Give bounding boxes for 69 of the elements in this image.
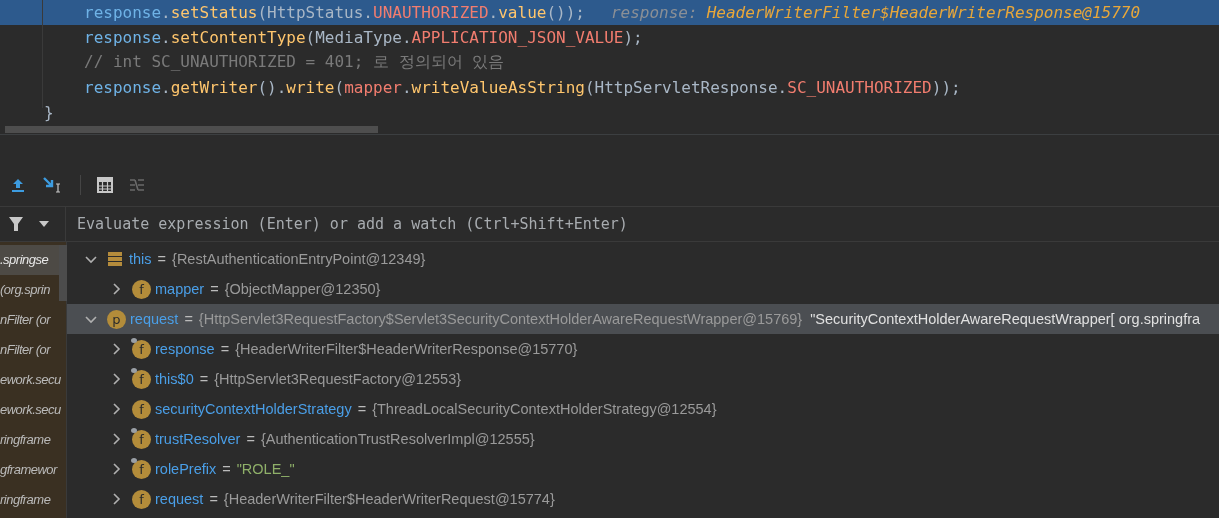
chevron-down-icon[interactable] — [85, 253, 97, 265]
stack-frame-item[interactable]: .springse — [0, 245, 59, 275]
dropdown-caret-icon[interactable] — [38, 220, 50, 228]
stack-frame-item[interactable]: nFilter (or — [0, 305, 59, 335]
parameter-icon: p — [107, 309, 126, 329]
equals-sign: = — [199, 371, 209, 387]
chevron-right-icon[interactable] — [110, 343, 122, 355]
variable-value: {HttpServlet3RequestFactory@12553} — [214, 371, 462, 387]
field-icon: f — [132, 339, 151, 359]
chevron-down-icon[interactable] — [85, 313, 97, 325]
equals-sign: = — [184, 311, 193, 327]
field-icon: f — [132, 399, 151, 419]
field-icon: f — [132, 489, 151, 509]
code-line: response.setContentType(MediaType.APPLICATION_JSON_VALUE); — [84, 28, 643, 47]
chevron-right-icon[interactable] — [110, 373, 122, 385]
code-line: } — [44, 103, 54, 122]
chevron-right-icon[interactable] — [110, 403, 122, 415]
variable-value: {ObjectMapper@12350} — [224, 281, 381, 297]
chevron-right-icon[interactable] — [110, 283, 122, 295]
variable-name: this$0 — [155, 371, 194, 387]
stack-frame-item[interactable]: ework.secu — [0, 365, 59, 395]
field-icon: f — [132, 459, 151, 479]
variable-name: trustResolver — [155, 431, 241, 447]
filter-icon[interactable] — [8, 216, 24, 232]
upload-arrow-icon[interactable] — [10, 177, 26, 193]
variable-name: response — [155, 341, 215, 357]
equals-sign: = — [157, 251, 167, 267]
variable-name: this — [129, 251, 152, 267]
stack-icon — [107, 251, 123, 267]
stack-frame-item[interactable]: (org.sprin — [0, 275, 59, 305]
code-line: response.getWriter().write(mapper.writeValueAsString(HttpServletResponse.SC_UNAUTHORIZED)); — [84, 78, 961, 97]
field-icon: f — [132, 279, 151, 299]
variable-value: {HeaderWriterFilter$HeaderWriterRequest@15774} — [223, 491, 555, 507]
equals-sign: = — [209, 491, 218, 507]
watch-expression-field[interactable]: Evaluate expression (Enter) or add a watch (Ctrl+Shift+Enter) — [66, 207, 1219, 241]
code-line: // int SC_UNAUTHORIZED = 401; 로 정의되어 있음 — [84, 52, 505, 73]
variable-value: {AuthenticationTrustResolverImpl@12555} — [260, 431, 535, 447]
variable-value: {ThreadLocalSecurityContextHolderStrategy@12554} — [372, 401, 717, 417]
variable-name: securityContextHolderStrategy — [155, 401, 352, 417]
variable-name: rolePrefix — [155, 461, 217, 477]
chevron-right-icon[interactable] — [110, 493, 122, 505]
inline-hint-label: response: — [610, 3, 698, 22]
variable-name: request — [155, 491, 204, 507]
field-icon: f — [132, 369, 151, 389]
scrollbar-thumb[interactable] — [59, 245, 67, 301]
stack-frame-item[interactable]: ringframe — [0, 425, 59, 455]
equals-sign: = — [220, 341, 230, 357]
variable-name: mapper — [155, 281, 205, 297]
string-value: "SecurityContextHolderAwareRequestWrapper[ org.springfra — [810, 311, 1201, 327]
stack-frame-item[interactable]: ework.secu — [0, 395, 59, 425]
code-line: response.setStatus(HttpStatus.UNAUTHORIZED.value()); — [84, 3, 585, 22]
chevron-right-icon[interactable] — [110, 433, 122, 445]
variable-value: {HeaderWriterFilter$HeaderWriterResponse@15770} — [235, 341, 578, 357]
variable-value: {HttpServlet3RequestFactory$Servlet3SecurityContextHolderAwareRequestWrapper@15769} — [198, 311, 803, 327]
equals-sign: = — [222, 461, 231, 477]
variable-name: request — [130, 311, 179, 327]
scrollbar-thumb[interactable] — [5, 126, 378, 133]
equals-sign: = — [246, 431, 255, 447]
list-icon[interactable] — [129, 178, 145, 192]
variable-value: {RestAuthenticationEntryPoint@12349} — [172, 251, 426, 267]
stack-frame-item[interactable]: nFilter (or — [0, 335, 59, 365]
string-value: "ROLE_" — [236, 461, 295, 477]
chevron-right-icon[interactable] — [110, 463, 122, 475]
stack-frame-item[interactable]: ringframe — [0, 485, 59, 515]
equals-sign: = — [357, 401, 367, 417]
inline-hint-value: HeaderWriterFilter$HeaderWriterResponse@15770 — [706, 3, 1141, 22]
field-icon: f — [132, 429, 151, 449]
stack-frame-item[interactable]: gframewor — [0, 455, 59, 485]
equals-sign: = — [210, 281, 219, 297]
